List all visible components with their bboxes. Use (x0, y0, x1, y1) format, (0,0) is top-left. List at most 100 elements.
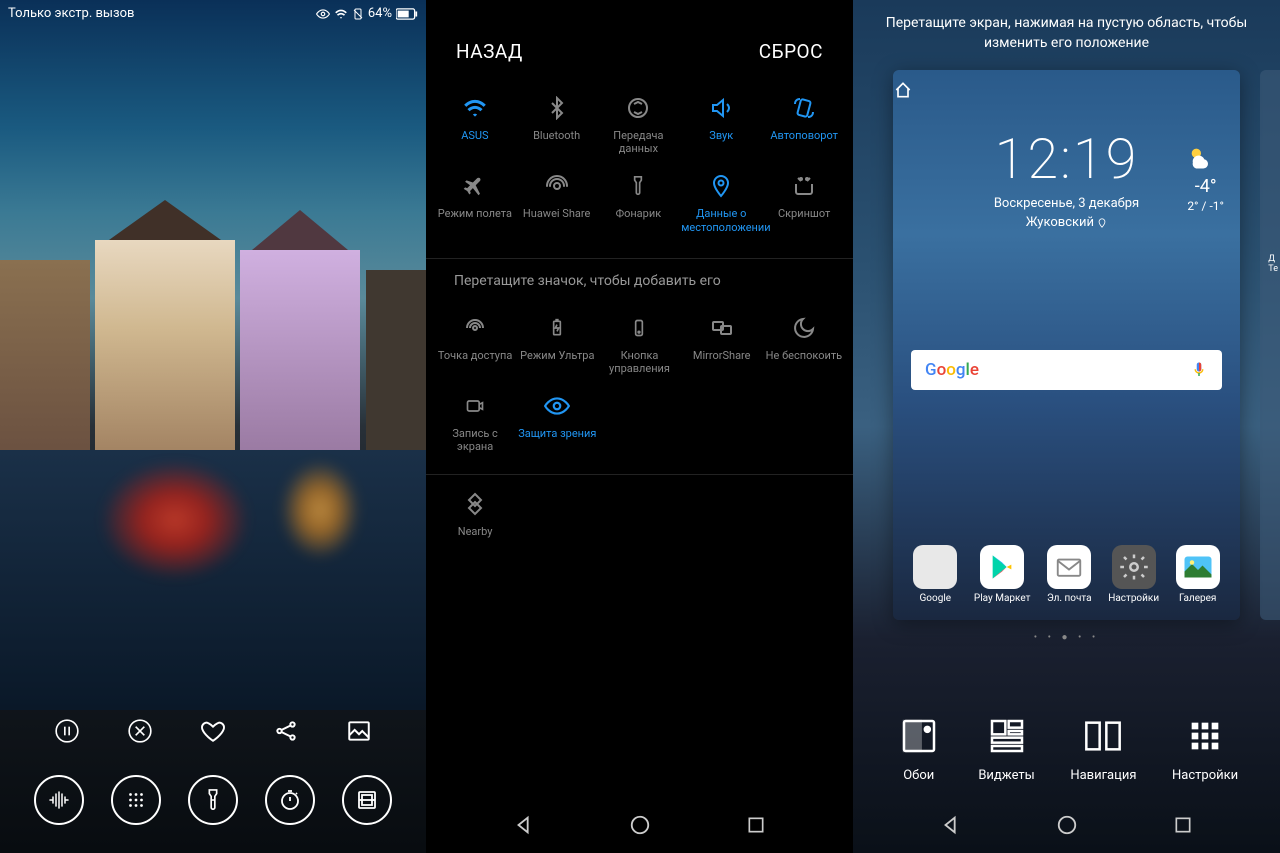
navigation-bar (426, 797, 853, 853)
option-label: Виджеты (978, 768, 1034, 783)
location-icon (706, 171, 736, 201)
qs-label: Запись с экрана (436, 427, 514, 453)
qs-available-grid: Точка доступа Режим Ультра Кнопка управл… (426, 299, 853, 468)
qs-label: Защита зрения (518, 427, 596, 440)
voice-search-icon[interactable] (1190, 361, 1208, 379)
scanner-button[interactable] (342, 775, 392, 825)
qs-tile-mirrorshare[interactable]: MirrorShare (681, 305, 763, 383)
qs-tile-location[interactable]: Данные о местоположении (679, 163, 763, 241)
option-wallpapers[interactable]: Обои (895, 712, 943, 783)
qs-tile-sound[interactable]: Звук (679, 85, 763, 163)
status-bar: Только экстр. вызов 64% (8, 6, 418, 21)
qs-tile-nearby[interactable]: Nearby (434, 481, 516, 546)
option-label: Настройки (1172, 768, 1238, 783)
qs-tile-hotspot[interactable]: Точка доступа (434, 305, 516, 383)
qs-tile-wifi[interactable]: ASUS (434, 85, 516, 163)
nav-home-button[interactable] (1054, 812, 1080, 838)
qs-active-grid: ASUS Bluetooth Передача данных Звук Авто… (426, 79, 853, 248)
app-gallery[interactable]: Галерея (1176, 545, 1220, 604)
nearby-icon (460, 489, 490, 519)
playstore-icon (980, 545, 1024, 589)
app-label: Галерея (1179, 593, 1216, 604)
status-right: 64% (316, 6, 418, 21)
lockscreen-dock (0, 775, 426, 825)
qs-label: Режим Ультра (520, 349, 594, 362)
option-transitions[interactable]: Навигация (1070, 712, 1136, 783)
lockscreen-panel: Только экстр. вызов 64% (0, 0, 426, 853)
qs-tile-ultra[interactable]: Режим Ультра (516, 305, 598, 383)
nav-key-icon (624, 313, 654, 343)
hotspot-icon (460, 313, 490, 343)
nav-back-button[interactable] (938, 812, 964, 838)
app-google-folder[interactable]: Google (913, 545, 957, 604)
homescreen-editor-panel: Перетащите экран, нажимая на пустую обла… (853, 0, 1280, 853)
nav-recent-button[interactable] (1170, 812, 1196, 838)
transitions-icon (1079, 712, 1127, 760)
calculator-button[interactable] (111, 775, 161, 825)
qs-tile-eyecomfort[interactable]: Защита зрения (516, 383, 598, 461)
qs-tile-mobiledata[interactable]: Передача данных (598, 85, 680, 163)
qs-tile-navkey[interactable]: Кнопка управления (598, 305, 680, 383)
clock-city: Жуковский (893, 215, 1240, 230)
qs-tile-dnd[interactable]: Не беспокоить (763, 305, 845, 383)
qs-label: Кнопка управления (600, 349, 678, 375)
mirrorshare-icon (707, 313, 737, 343)
qs-tile-airplane[interactable]: Режим полета (434, 163, 516, 241)
screenshot-icon (789, 171, 819, 201)
qs-tile-bluetooth[interactable]: Bluetooth (516, 85, 598, 163)
wifi-icon (460, 93, 490, 123)
qs-label: Передача данных (600, 129, 678, 155)
app-email[interactable]: Эл. почта (1047, 545, 1092, 604)
homescreen-apps-row: Google Play Маркет Эл. почта Настройки Г… (905, 545, 1228, 604)
share-button[interactable] (272, 717, 300, 745)
nav-home-button[interactable] (627, 812, 653, 838)
qs-tile-screenrecord[interactable]: Запись с экрана (434, 383, 516, 461)
favorite-button[interactable] (199, 717, 227, 745)
flashlight-button[interactable] (188, 775, 238, 825)
pause-button[interactable] (53, 717, 81, 745)
peek-label: ДТе (1268, 254, 1278, 274)
weather-widget[interactable]: -4° 2° / -1° (1187, 144, 1224, 213)
back-button[interactable]: НАЗАД (456, 40, 523, 63)
next-screen-peek[interactable] (1260, 70, 1280, 620)
option-settings[interactable]: Настройки (1172, 712, 1238, 783)
app-settings[interactable]: Настройки (1108, 545, 1159, 604)
qs-label: Huawei Share (523, 207, 590, 220)
close-button[interactable] (126, 717, 154, 745)
eye-comfort-icon (542, 391, 572, 421)
option-widgets[interactable]: Виджеты (978, 712, 1034, 783)
reset-button[interactable]: СБРОС (759, 40, 823, 63)
qs-label: Данные о местоположении (681, 207, 761, 233)
email-icon (1047, 545, 1091, 589)
google-search-bar[interactable]: Google (911, 350, 1222, 390)
app-label: Play Маркет (974, 593, 1031, 604)
wallpaper-picker-button[interactable] (345, 717, 373, 745)
qs-tile-huaweishare[interactable]: Huawei Share (516, 163, 598, 241)
weather-temp: -4° (1187, 176, 1224, 197)
widgets-icon (983, 712, 1031, 760)
homescreen-preview[interactable]: 12:19 Воскресенье, 3 декабря Жуковский -… (893, 70, 1240, 620)
sound-icon (706, 93, 736, 123)
qs-drag-hint: Перетащите значок, чтобы добавить его (426, 258, 853, 299)
qs-available-grid-2: Nearby (426, 474, 853, 552)
folder-icon (913, 545, 957, 589)
qs-label: Nearby (458, 525, 493, 538)
bluetooth-icon (542, 93, 572, 123)
qs-tile-screenshot[interactable]: Скриншот (763, 163, 845, 241)
weather-range: 2° / -1° (1187, 199, 1224, 213)
google-logo: Google (925, 360, 979, 380)
qs-label: Точка доступа (438, 349, 513, 362)
nav-back-button[interactable] (511, 812, 537, 838)
nav-recent-button[interactable] (743, 812, 769, 838)
app-label: Google (920, 593, 952, 604)
flashlight-icon (623, 171, 653, 201)
battery-ultra-icon (542, 313, 572, 343)
editor-hint-text: Перетащите экран, нажимая на пустую обла… (853, 0, 1280, 67)
qs-tile-flashlight[interactable]: Фонарик (598, 163, 680, 241)
screen-record-icon (460, 391, 490, 421)
timer-button[interactable] (265, 775, 315, 825)
qs-tile-autorotate[interactable]: Автоповорот (763, 85, 845, 163)
voice-recorder-button[interactable] (34, 775, 84, 825)
qs-label: Скриншот (778, 207, 830, 220)
app-playstore[interactable]: Play Маркет (974, 545, 1031, 604)
